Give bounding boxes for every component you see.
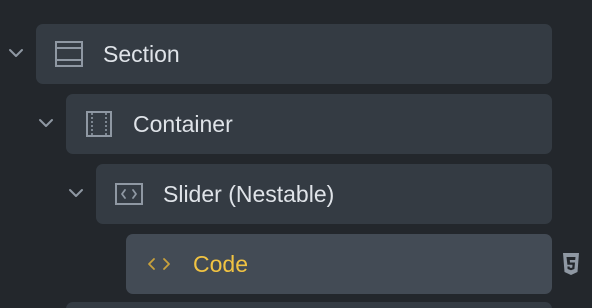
tree-item-container[interactable]: Container [66, 94, 552, 154]
tree-item-label: Section [103, 41, 180, 67]
chevron-down-icon[interactable] [34, 111, 58, 135]
tree-item-label: Code [193, 251, 248, 277]
code-icon [144, 249, 174, 279]
tree-item-label: Slider (Nestable) [163, 181, 335, 207]
chevron-down-icon[interactable] [4, 41, 28, 65]
tree-item-slider[interactable]: Slider (Nestable) [96, 164, 552, 224]
container-icon [84, 109, 114, 139]
structure-tree: Section Container Slider (Nestable) Code [0, 0, 592, 308]
tree-item-section[interactable]: Section [36, 24, 552, 84]
slider-icon [114, 179, 144, 209]
tree-item-code[interactable]: Code [126, 234, 552, 294]
tree-item-next[interactable] [66, 302, 552, 308]
section-icon [54, 39, 84, 69]
css3-icon[interactable] [560, 251, 582, 277]
chevron-down-icon[interactable] [64, 181, 88, 205]
tree-item-label: Container [133, 111, 233, 137]
